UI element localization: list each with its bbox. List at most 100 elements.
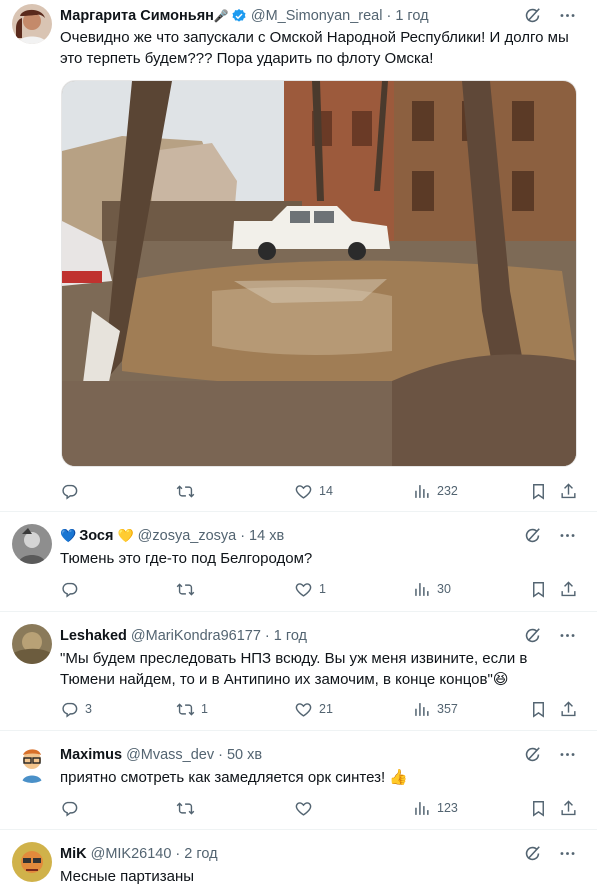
bookmark-button[interactable] (529, 700, 548, 719)
grok-icon[interactable] (523, 745, 542, 764)
more-icon[interactable] (558, 526, 577, 545)
views-button[interactable]: 232 (412, 482, 458, 501)
reply-button[interactable] (60, 580, 85, 599)
views-count: 123 (437, 801, 458, 815)
share-icon (559, 700, 578, 719)
bookmark-icon (529, 700, 548, 719)
timestamp[interactable]: 1 год (274, 628, 307, 644)
author-handle[interactable]: @MariKondra96177 (131, 628, 261, 644)
reply-icon (60, 700, 79, 719)
timestamp[interactable]: 14 хв (249, 528, 284, 544)
bookmark-button[interactable] (529, 799, 548, 818)
like-button[interactable] (294, 799, 319, 818)
views-button[interactable]: 30 (412, 580, 451, 599)
retweet-button[interactable] (176, 580, 201, 599)
separator-dot: · (264, 628, 270, 644)
tweet-header: Leshaked @MariKondra96177 · 1 год (60, 626, 527, 646)
timestamp[interactable]: 2 год (184, 846, 217, 862)
retweet-button[interactable] (176, 482, 201, 501)
tweet-main[interactable]: Маргарита Симоньян 🎤 @M_Simonyan_real · … (0, 0, 597, 512)
views-icon (412, 700, 431, 719)
retweet-icon (176, 482, 195, 501)
bookmark-icon (529, 580, 548, 599)
share-icon (559, 580, 578, 599)
avatar[interactable] (12, 624, 52, 664)
more-icon[interactable] (558, 844, 577, 863)
action-bar: 14 232 (60, 480, 579, 502)
views-icon (412, 799, 431, 818)
author-name[interactable]: Зося (79, 528, 113, 544)
author-handle[interactable]: @MIK26140 (91, 846, 172, 862)
tweet-header: Маргарита Симоньян 🎤 @M_Simonyan_real · … (60, 6, 527, 26)
separator-dot: · (218, 747, 223, 763)
author-handle[interactable]: @M_Simonyan_real (251, 8, 383, 24)
views-count: 357 (437, 702, 458, 716)
share-button[interactable] (559, 580, 578, 599)
grok-icon[interactable] (523, 526, 542, 545)
retweet-button[interactable] (176, 799, 201, 818)
tweet-header: Maximus @Mvass_dev · 50 хв (60, 745, 527, 765)
grok-icon[interactable] (523, 6, 542, 25)
bookmark-button[interactable] (529, 580, 548, 599)
share-button[interactable] (559, 482, 578, 501)
retweet-count: 1 (201, 702, 208, 716)
more-icon[interactable] (558, 745, 577, 764)
action-bar: 1 30 (60, 578, 579, 600)
author-name[interactable]: Maximus (60, 747, 122, 763)
reply-count: 3 (85, 702, 92, 716)
bookmark-button[interactable] (529, 482, 548, 501)
like-count: 1 (319, 582, 326, 596)
like-button[interactable]: 1 (294, 580, 326, 599)
views-icon (412, 482, 431, 501)
more-icon[interactable] (558, 626, 577, 645)
action-bar: 123 (60, 797, 579, 819)
tweet-header: MiK @MIK26140 · 2 год (60, 844, 527, 864)
author-name[interactable]: MiK (60, 846, 87, 862)
retweet-icon (176, 700, 195, 719)
tweet-header: 💙 Зося 💛 @zosya_zosya · 14 хв (60, 526, 527, 546)
author-handle[interactable]: @zosya_zosya (138, 528, 237, 544)
reply-button[interactable] (60, 482, 85, 501)
reply-tweet[interactable]: 💙 Зося 💛 @zosya_zosya · 14 хв Тюмень это… (0, 512, 597, 612)
author-name[interactable]: Leshaked (60, 628, 127, 644)
avatar[interactable] (12, 743, 52, 783)
timestamp[interactable]: 50 хв (227, 747, 262, 763)
like-icon (294, 482, 313, 501)
views-button[interactable]: 123 (412, 799, 458, 818)
like-button[interactable]: 21 (294, 700, 333, 719)
reply-button[interactable] (60, 799, 85, 818)
views-count: 30 (437, 582, 451, 596)
separator-dot: · (175, 846, 181, 862)
tweet-photo[interactable] (61, 80, 577, 467)
name-emoji: 🎤 (213, 9, 229, 23)
reply-button[interactable]: 3 (60, 700, 92, 719)
timestamp[interactable]: 1 год (395, 8, 428, 24)
more-icon[interactable] (558, 6, 577, 25)
like-button[interactable]: 14 (294, 482, 333, 501)
reply-icon (60, 799, 79, 818)
grok-icon[interactable] (523, 844, 542, 863)
reply-tweet[interactable]: Leshaked @MariKondra96177 · 1 год "Мы бу… (0, 612, 597, 731)
avatar[interactable] (12, 842, 52, 882)
name-emoji: 💛 (117, 528, 134, 543)
share-button[interactable] (559, 700, 578, 719)
author-handle[interactable]: @Mvass_dev (126, 747, 214, 763)
tweet-text: Очевидно же что запускали с Омской Народ… (60, 29, 569, 67)
header-icons (523, 526, 577, 545)
share-icon (559, 799, 578, 818)
grok-icon[interactable] (523, 626, 542, 645)
reply-tweet[interactable]: Maximus @Mvass_dev · 50 хв приятно смотр… (0, 731, 597, 830)
avatar[interactable] (12, 4, 52, 44)
tweet-text: "Мы будем преследовать НПЗ всюду. Вы уж … (60, 650, 528, 688)
author-name[interactable]: Маргарита Симоньян (60, 8, 214, 24)
retweet-button[interactable]: 1 (176, 700, 208, 719)
header-icons (523, 626, 577, 645)
share-button[interactable] (559, 799, 578, 818)
like-icon (294, 580, 313, 599)
separator-dot: · (386, 8, 392, 24)
reply-tweet[interactable]: MiK @MIK26140 · 2 год Месные партизаны (0, 830, 597, 889)
views-button[interactable]: 357 (412, 700, 458, 719)
avatar[interactable] (12, 524, 52, 564)
share-icon (559, 482, 578, 501)
header-icons (523, 844, 577, 863)
